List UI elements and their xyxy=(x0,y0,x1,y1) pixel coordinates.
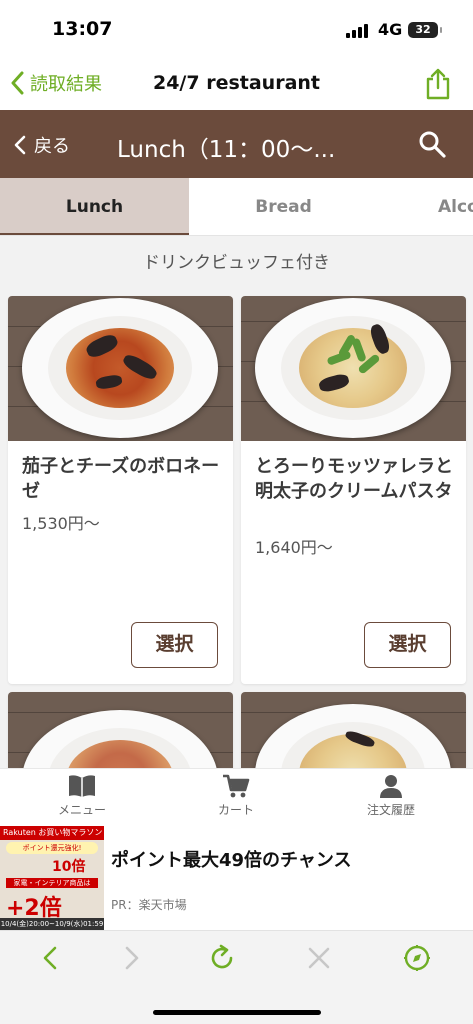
tab-alcohol[interactable]: Alco xyxy=(412,178,473,235)
section-subtitle: ドリンクビュッフェ付き xyxy=(143,253,330,273)
bottom-nav: メニュー カート 注文履歴 xyxy=(0,768,473,826)
ad-image-category: 家電・インテリア商品は xyxy=(6,878,98,888)
forward-arrow-icon[interactable] xyxy=(116,943,146,973)
menu-card[interactable]: とろーりモッツァレラと明太子のクリームパスタ 1,640円〜 選択 xyxy=(241,296,466,684)
ad-image-campaign: ポイント還元強化! xyxy=(6,842,98,854)
close-icon[interactable] xyxy=(304,943,334,973)
browser-title: 24/7 restaurant xyxy=(152,72,320,94)
ad-image-multiplier: 10倍 xyxy=(52,859,86,875)
chevron-left-icon xyxy=(14,135,26,155)
nav-menu[interactable]: メニュー xyxy=(22,773,142,818)
book-icon xyxy=(69,775,95,797)
ad-image-banner: Rakuten お買い物マラソン xyxy=(0,826,104,840)
status-time: 13:07 xyxy=(52,18,113,40)
signal-icon xyxy=(346,24,370,38)
tab-lunch[interactable]: Lunch xyxy=(0,178,189,235)
person-icon xyxy=(380,775,402,798)
ad-banner[interactable]: Rakuten お買い物マラソン ポイント還元強化! 10倍 家電・インテリア商… xyxy=(0,826,473,930)
ad-source: PR：楽天市場 xyxy=(111,898,187,912)
tab-bread[interactable]: Bread xyxy=(189,178,378,235)
reload-icon[interactable] xyxy=(207,943,237,973)
app-header: 戻る Lunch（11：00〜... xyxy=(0,110,473,178)
share-icon[interactable] xyxy=(424,68,452,100)
cart-icon xyxy=(223,774,250,798)
page-title: Lunch（11：00〜... xyxy=(117,137,336,163)
menu-card[interactable]: 茄子とチーズのボロネーゼ 1,530円〜 選択 xyxy=(8,296,233,684)
dish-price: 1,530円〜 xyxy=(22,514,100,533)
nav-order-history[interactable]: 注文履歴 xyxy=(331,773,451,818)
nav-order-history-label: 注文履歴 xyxy=(366,803,415,817)
dish-photo xyxy=(241,296,466,441)
dish-name: とろーりモッツァレラと明太子のクリームパスタ xyxy=(255,456,453,502)
select-button[interactable]: 選択 xyxy=(131,622,218,668)
category-tabs: Lunch Bread Alco xyxy=(0,178,473,236)
ad-image: Rakuten お買い物マラソン ポイント還元強化! 10倍 家電・インテリア商… xyxy=(0,826,104,930)
battery-icon: 32 xyxy=(408,22,442,38)
dish-name: 茄子とチーズのボロネーゼ xyxy=(22,456,220,502)
nav-cart[interactable]: カート xyxy=(176,773,296,818)
browser-bar: 読取結果 24/7 restaurant xyxy=(0,58,473,110)
search-icon[interactable] xyxy=(418,130,446,158)
compass-icon[interactable] xyxy=(402,943,432,973)
browser-toolbar xyxy=(0,930,473,1024)
back-label: 戻る xyxy=(34,136,70,157)
status-bar: 13:07 4G 32 xyxy=(0,0,473,58)
dish-photo xyxy=(8,296,233,441)
back-arrow-icon[interactable] xyxy=(36,943,66,973)
back-button[interactable]: 戻る xyxy=(14,132,70,158)
dish-price: 1,640円〜 xyxy=(255,538,333,557)
ad-headline[interactable]: ポイント最大49倍のチャンス xyxy=(111,846,352,872)
home-indicator xyxy=(153,1010,321,1015)
network-type: 4G xyxy=(378,20,403,39)
select-button[interactable]: 選択 xyxy=(364,622,451,668)
nav-cart-label: カート xyxy=(217,803,254,817)
ad-image-period: 10/4(金)20:00~10/9(水)01:59 xyxy=(0,918,104,930)
nav-menu-label: メニュー xyxy=(57,803,106,817)
